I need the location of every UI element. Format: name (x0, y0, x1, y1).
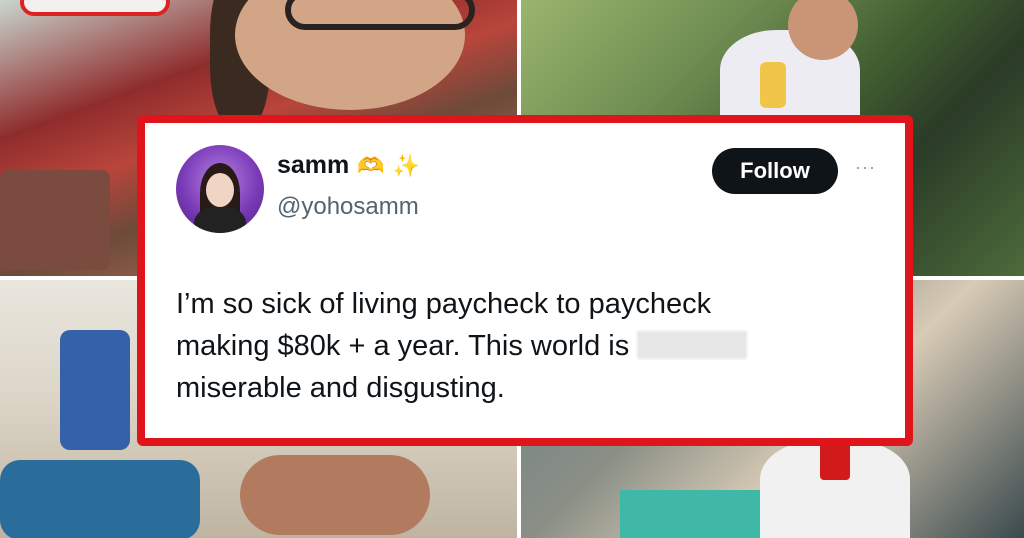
name-row: samm 🫶 ✨ (277, 151, 420, 180)
more-horizontal-icon[interactable]: ··· (855, 157, 876, 178)
display-name[interactable]: samm (277, 151, 349, 180)
beach-chair (60, 330, 130, 450)
chair-decoration (0, 170, 110, 270)
person-lounging (240, 455, 430, 535)
follow-button[interactable]: Follow (712, 148, 838, 194)
avatar-body (194, 207, 246, 233)
tweet-text-line-2-start: making $80k + a year. This world is (176, 330, 638, 362)
avatar-face (206, 173, 234, 207)
beach-towel (0, 460, 200, 538)
censored-word (637, 331, 748, 359)
heart-hands-icon: 🫶 (357, 152, 385, 178)
sign-decoration (20, 0, 170, 16)
tweet-text-line-1: I’m so sick of living paycheck to payche… (176, 288, 712, 320)
drink-can (760, 62, 786, 108)
avatar[interactable] (176, 145, 264, 233)
tweet-text-line-3: miserable and disgusting. (176, 372, 505, 404)
tweet-card: samm 🫶 ✨ @yohosamm Follow ··· I’m so sic… (137, 115, 913, 446)
tweet-text: I’m so sick of living paycheck to payche… (176, 283, 876, 409)
user-handle[interactable]: @yohosamm (277, 193, 419, 221)
red-cup (820, 440, 850, 480)
sparkles-icon: ✨ (392, 152, 421, 178)
tweet-text-line-2: making $80k + a year. This world is (176, 325, 876, 367)
glasses-decoration (285, 0, 475, 30)
